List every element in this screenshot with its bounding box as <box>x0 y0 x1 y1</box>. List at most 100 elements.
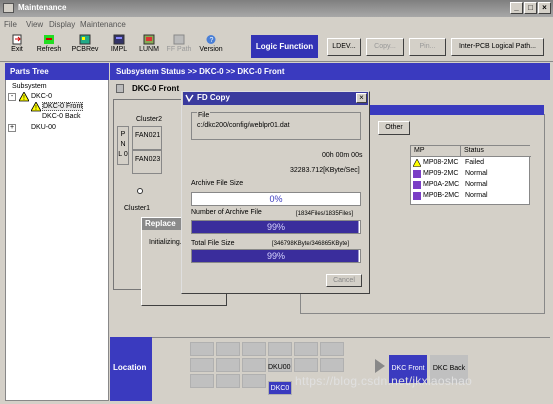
cluster1-label: Cluster1 <box>124 205 151 212</box>
pcb-icon <box>79 34 91 45</box>
menu-file[interactable]: File <box>4 20 17 29</box>
fd-copy-close-button[interactable]: × <box>356 93 367 103</box>
copy-button[interactable]: Copy... <box>366 38 404 56</box>
svg-text:!: ! <box>23 95 25 102</box>
location-cell[interactable] <box>320 358 344 372</box>
menu-display[interactable]: Display <box>49 20 75 29</box>
pin-button[interactable]: Pin... <box>409 38 446 56</box>
tree-node-dkc0-back[interactable]: DKC-0 Back <box>42 113 81 120</box>
tree-node-dku00[interactable]: DKU-00 <box>31 124 56 131</box>
location-cell[interactable] <box>190 358 214 372</box>
dkc0-cell[interactable]: DKC0 <box>268 381 292 395</box>
location-cell[interactable] <box>268 342 292 356</box>
refresh-button[interactable]: Refresh <box>34 34 64 60</box>
arrow-right-icon <box>375 359 385 373</box>
other-button[interactable]: Other <box>378 121 410 135</box>
impl-icon <box>113 34 125 45</box>
location-cell[interactable] <box>216 342 240 356</box>
menu-view[interactable]: View <box>26 20 43 29</box>
location-cell[interactable] <box>242 358 266 372</box>
parts-tree-header: Parts Tree <box>5 63 109 80</box>
exit-button[interactable]: Exit <box>2 34 32 60</box>
cancel-button[interactable]: Cancel <box>326 274 362 287</box>
processor-icon <box>413 192 421 200</box>
archive-size-label: Archive File Size <box>191 180 244 187</box>
subsystem-status-header: Subsystem Status >> DKC-0 >> DKC-0 Front <box>110 63 550 80</box>
fd-copy-title: FD Copy <box>183 92 368 105</box>
mp-status: Normal <box>465 192 488 199</box>
table-row[interactable]: MP08-2MC Failed <box>413 158 529 169</box>
fan021-slot[interactable]: FAN021 <box>132 126 162 150</box>
location-cell[interactable] <box>216 358 240 372</box>
warning-icon <box>413 159 421 167</box>
status-column-header[interactable]: Status <box>461 146 531 157</box>
ff-path-icon <box>173 34 185 45</box>
logic-function-button[interactable]: Logic Function <box>251 35 318 58</box>
archive-count-progress: 99% <box>191 220 361 234</box>
fd-copy-icon <box>185 94 194 103</box>
file-path: c:/dkc200/config/weblpr01.dat <box>197 122 290 129</box>
ff-path-label: FF Path <box>166 46 192 53</box>
cluster2-radio[interactable] <box>137 188 143 194</box>
processor-icon <box>413 181 421 189</box>
app-icon <box>3 3 14 13</box>
tree-node-dkc0-front[interactable]: DKC-0 Front <box>42 102 84 111</box>
archive-size-progress: 0% <box>191 192 361 206</box>
mp-status: Normal <box>465 170 488 177</box>
location-cell[interactable] <box>242 342 266 356</box>
inter-pcb-logical-path-button[interactable]: Inter-PCB Logical Path... <box>451 38 544 56</box>
close-button[interactable]: × <box>538 2 551 14</box>
svg-text:?: ? <box>210 37 214 44</box>
version-button[interactable]: ? Version <box>196 34 226 60</box>
warning-icon: ! <box>19 92 29 102</box>
refresh-icon <box>44 35 54 44</box>
ff-path-button[interactable]: FF Path <box>164 34 194 60</box>
lunm-label: LUNM <box>139 46 159 53</box>
processor-icon <box>413 170 421 178</box>
mp-status: Normal <box>465 181 488 188</box>
ldev-button[interactable]: LDEV... <box>327 38 361 56</box>
impl-button[interactable]: IMPL <box>104 34 134 60</box>
warning-icon: ! <box>31 102 41 112</box>
total-size-count: [346798KByte/346865KByte] <box>272 241 350 247</box>
impl-label: IMPL <box>110 46 128 53</box>
location-cell[interactable] <box>294 358 318 372</box>
pcbrev-button[interactable]: PCBRev <box>70 34 100 60</box>
mp-id: MP08-2MC <box>423 159 459 166</box>
tree-node-dkc0[interactable]: DKC-0 <box>31 93 52 100</box>
location-header: Location <box>110 337 152 401</box>
mp-column-header[interactable]: MP <box>411 146 461 157</box>
location-cell[interactable] <box>320 342 344 356</box>
parts-tree: Subsystem - ! DKC-0 ! DKC-0 Front DKC-0 … <box>6 81 108 141</box>
lunm-button[interactable]: LUNM <box>134 34 164 60</box>
version-label: Version <box>199 46 223 53</box>
pnl0-slot[interactable]: P N L 0 <box>117 126 129 165</box>
lunm-icon <box>143 34 155 45</box>
archive-count: [1834Files/1835Files] <box>296 211 354 217</box>
watermark: https://blog.csdn.net/jkxiaoshao <box>295 374 473 388</box>
location-cell[interactable] <box>294 342 318 356</box>
cluster2-label: Cluster2 <box>136 116 163 123</box>
location-cell[interactable] <box>190 342 214 356</box>
menu-maintenance[interactable]: Maintenance <box>80 20 126 29</box>
location-cell[interactable] <box>216 374 240 388</box>
mp-id: MP0B-2MC <box>423 192 460 199</box>
table-row[interactable]: MP0B-2MC Normal <box>413 191 529 202</box>
minimize-button[interactable]: _ <box>510 2 523 14</box>
transfer-speed: 32283.712[KByte/Sec] <box>290 167 360 174</box>
tree-collapse-dkc0-icon[interactable]: - <box>8 93 16 101</box>
dku00-label: DKU00 <box>268 364 291 371</box>
table-row[interactable]: MP0A-2MC Normal <box>413 180 529 191</box>
maximize-button[interactable]: □ <box>524 2 537 14</box>
location-cell[interactable] <box>190 374 214 388</box>
fan023-slot[interactable]: FAN023 <box>132 150 162 174</box>
svg-text:!: ! <box>35 105 37 112</box>
panel-icon <box>116 84 124 93</box>
window-title: Maintenance <box>18 3 67 12</box>
tree-node-subsystem[interactable]: Subsystem <box>12 83 47 90</box>
location-grid: DKU00 DKC0 <box>190 342 370 400</box>
pcbrev-label: PCBRev <box>71 46 99 53</box>
location-cell[interactable] <box>242 374 266 388</box>
tree-expand-dku00-icon[interactable]: + <box>8 124 16 132</box>
table-row[interactable]: MP09-2MC Normal <box>413 169 529 180</box>
